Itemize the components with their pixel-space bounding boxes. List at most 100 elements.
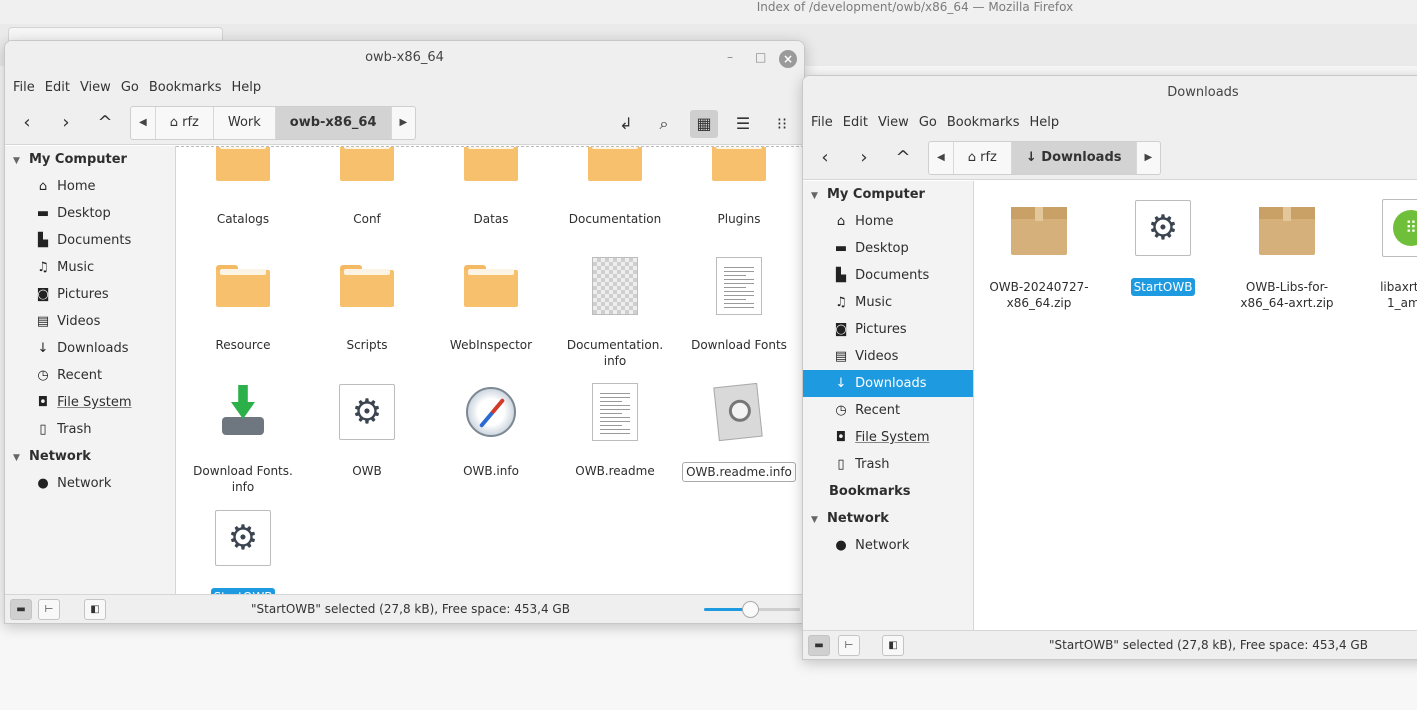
menu-go[interactable]: Go [113,75,139,101]
search-icon[interactable]: ⌕ [650,110,678,138]
sidebar-item-documents[interactable]: ▙ Documents [5,227,175,254]
sidebar-item-desktop[interactable]: ▬ Desktop [803,235,973,262]
breadcrumb-owb-x86_64[interactable]: owb-x86_64 [275,107,392,139]
list-view-icon[interactable]: ☰ [729,110,757,138]
menu-view[interactable]: View [870,110,909,136]
file-item-datas[interactable]: Datas [429,147,553,228]
breadcrumb-forward-arrow[interactable]: ▶ [1137,142,1161,174]
minimize-button[interactable]: – [727,41,733,75]
sidebar-item-desktop[interactable]: ▬ Desktop [5,200,175,227]
file-item-webinspector[interactable]: WebInspector [429,257,553,354]
hide-sidebar-button[interactable]: ◧ [882,635,904,656]
menu-view[interactable]: View [72,75,111,101]
breadcrumb-back-arrow[interactable]: ◀ [929,142,954,174]
sidebar-item-documents[interactable]: ▙ Documents [803,262,973,289]
forward-button[interactable]: › [53,110,79,136]
sidebar-item-videos[interactable]: ▤ Videos [5,308,175,335]
maximize-button[interactable]: □ [755,41,766,75]
breadcrumb-forward-arrow[interactable]: ▶ [392,107,416,139]
breadcrumb-back-arrow[interactable]: ◀ [131,107,156,139]
file-item-plugins[interactable]: Plugins [677,147,801,228]
up-button[interactable]: ^ [92,110,118,136]
toggle-location-icon[interactable]: ↲ [612,110,640,138]
file-item-owb-info[interactable]: OWB.info [429,383,553,480]
sidebar-item-label: Videos [57,314,101,329]
sidebar-item-recent[interactable]: ◷ Recent [5,362,175,389]
sidebar-item-pictures[interactable]: ◙ Pictures [5,281,175,308]
forward-button[interactable]: › [851,145,877,171]
file-item-catalogs[interactable]: Catalogs [181,147,305,228]
file-item-startowb[interactable]: ⚙StartOWB [1101,199,1225,296]
breadcrumb-rfz[interactable]: ⌂ rfz [156,107,214,139]
expander-triangle-icon[interactable]: ▼ [811,507,827,534]
sidebar-item-trash[interactable]: ▯ Trash [803,451,973,478]
menu-file[interactable]: File [5,75,35,101]
file-item-owb-readme[interactable]: OWB.readme [553,383,677,480]
expander-triangle-icon[interactable]: ▼ [13,445,29,472]
sidebar-item-network[interactable]: ● Network [803,532,973,559]
sidebar-header-network[interactable]: ▼ Network [5,443,175,470]
back-button[interactable]: ‹ [14,110,40,136]
sidebar-item-music[interactable]: ♫ Music [5,254,175,281]
file-item-download-fonts-info[interactable]: Download Fonts. info [181,383,305,496]
sidebar-item-file-system[interactable]: ◘ File System [5,389,175,416]
places-pane-button[interactable]: ▬ [10,599,32,620]
file-item-scripts[interactable]: Scripts [305,257,429,354]
sidebar-header-network[interactable]: ▼ Network [803,505,973,532]
compact-view-icon[interactable]: ⁝⁝ [768,110,796,138]
text-line [600,433,630,434]
menu-edit[interactable]: Edit [37,75,70,101]
menu-help[interactable]: Help [1021,110,1059,136]
sidebar-item-network[interactable]: ● Network [5,470,175,497]
menu-bookmarks[interactable]: Bookmarks [141,75,222,101]
back-button[interactable]: ‹ [812,145,838,171]
expander-triangle-icon[interactable]: ▼ [811,183,827,210]
file-item-resource[interactable]: Resource [181,257,305,354]
window-titlebar[interactable]: owb-x86_64 – □ × [5,41,804,75]
zoom-slider-knob[interactable] [742,601,760,618]
icon-view-icon[interactable]: ▦ [690,110,718,138]
sidebar-item-home[interactable]: ⌂ Home [803,208,973,235]
breadcrumb-downloads[interactable]: ↓ Downloads [1011,142,1137,174]
sidebar-item-pictures[interactable]: ◙ Pictures [803,316,973,343]
zoom-slider[interactable] [704,601,800,618]
menu-file[interactable]: File [803,110,833,136]
sidebar-header-my-computer[interactable]: ▼ My Computer [803,181,973,208]
sidebar-item-downloads[interactable]: ↓ Downloads [803,370,973,397]
sidebar-item-music[interactable]: ♫ Music [803,289,973,316]
sidebar-item-trash[interactable]: ▯ Trash [5,416,175,443]
file-item-libaxrt-4-0-1-amd6[interactable]: ⠿ libaxrt-4.0 1_amd6 [1349,199,1417,312]
tree-pane-button[interactable]: ⊢ [38,599,60,620]
file-item-owb[interactable]: ⚙ OWB [305,383,429,480]
file-item-download-fonts[interactable]: Download Fonts [677,257,801,354]
up-button[interactable]: ^ [890,145,916,171]
sidebar-header-my-computer[interactable]: ▼ My Computer [5,146,175,173]
sidebar-item-videos[interactable]: ▤ Videos [803,343,973,370]
sidebar-header-bookmarks[interactable]: Bookmarks [803,478,973,505]
sidebar-item-downloads[interactable]: ↓ Downloads [5,335,175,362]
breadcrumb-rfz[interactable]: ⌂ rfz [954,142,1012,174]
sidebar-item-file-system[interactable]: ◘ File System [803,424,973,451]
file-name: Conf [353,212,381,226]
close-button[interactable]: × [779,50,797,68]
menu-go[interactable]: Go [911,110,937,136]
sidebar-item-home[interactable]: ⌂ Home [5,173,175,200]
file-item-owb-readme-info[interactable]: OWB.readme.info [677,382,801,482]
menu-bookmarks[interactable]: Bookmarks [939,110,1020,136]
menu-edit[interactable]: Edit [835,110,868,136]
menu-help[interactable]: Help [223,75,261,101]
tree-pane-button[interactable]: ⊢ [838,635,860,656]
file-item-startowb[interactable]: ⚙StartOWB [181,509,305,594]
sidebar-item-recent[interactable]: ◷ Recent [803,397,973,424]
places-pane-button[interactable]: ▬ [808,635,830,656]
window-titlebar[interactable]: Downloads [803,76,1417,110]
file-item-owb-20240727-x86-64-zip[interactable]: OWB-20240727- x86_64.zip [977,199,1101,312]
file-item-documentation[interactable]: Documentation [553,147,677,228]
breadcrumb-work[interactable]: Work [214,107,276,139]
expander-triangle-icon[interactable]: ▼ [13,148,29,175]
file-item-conf[interactable]: Conf [305,147,429,228]
breadcrumb: ◀ ⌂ rfz Work owb-x86_64 ▶ [130,106,417,140]
file-item-documentation-info[interactable]: Documentation. info [553,257,677,370]
hide-sidebar-button[interactable]: ◧ [84,599,106,620]
file-item-owb-libs-for-x86-64-axrt-zip[interactable]: OWB-Libs-for- x86_64-axrt.zip [1225,199,1349,312]
